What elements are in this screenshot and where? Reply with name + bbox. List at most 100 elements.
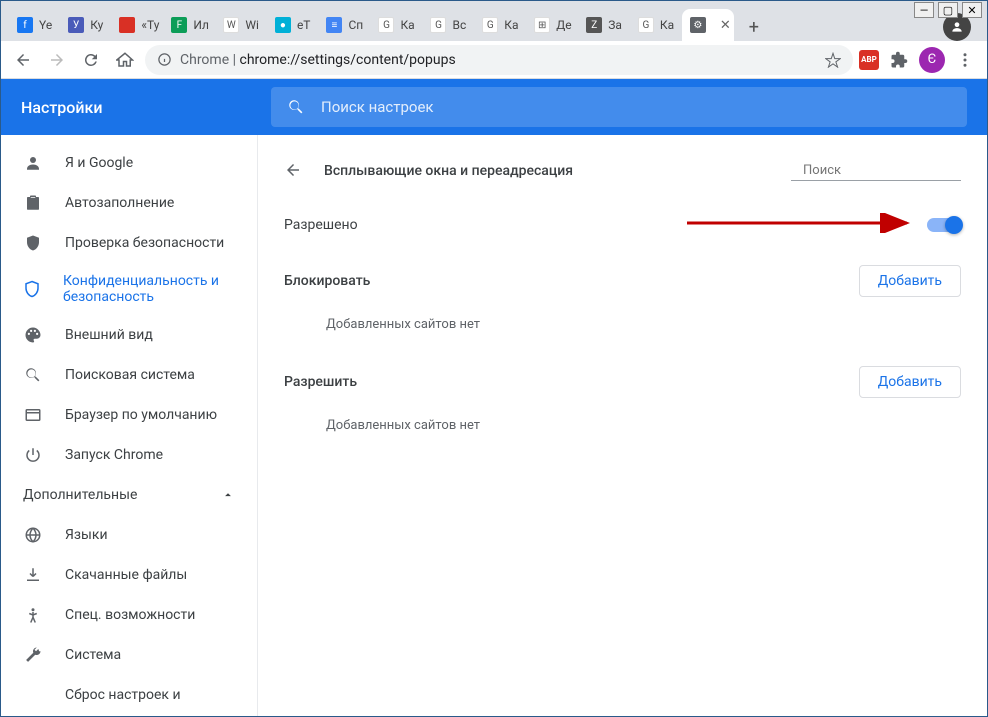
annotation-arrow <box>687 213 917 233</box>
tab-strip: fYeУКу«ТуFИлWWi●eT≡СпGКаGВсGКа⊞ДеZЗаGКа⚙… <box>1 1 987 41</box>
sidebar-item-label: Проверка безопасности <box>65 235 224 251</box>
browser-tab[interactable]: fYe <box>9 9 60 41</box>
panel-header: Всплывающие окна и переадресация <box>284 155 961 199</box>
tab-favicon: Z <box>586 17 602 33</box>
tab-label: Ил <box>193 18 209 32</box>
tab-label: Сп <box>348 18 363 32</box>
bookmark-star-icon[interactable] <box>825 52 841 68</box>
browser-tab[interactable]: GКа <box>474 9 526 41</box>
url-text: Chrome | chrome://settings/content/popup… <box>180 52 456 68</box>
extension-abp-icon[interactable]: ABP <box>859 50 879 70</box>
reload-button[interactable] <box>77 46 105 74</box>
tab-label: Ка <box>400 18 414 32</box>
allow-add-button[interactable]: Добавить <box>859 366 961 398</box>
sidebar-item-label: Конфиденциальность и безопасность <box>63 273 235 305</box>
tab-favicon: W <box>223 17 239 33</box>
home-button[interactable] <box>111 46 139 74</box>
sidebar-item[interactable]: Спец. возможности <box>1 595 257 635</box>
tab-favicon: G <box>638 17 654 33</box>
tab-label: Ка <box>660 18 674 32</box>
sidebar-item[interactable]: Система <box>1 635 257 675</box>
panel-search-input[interactable] <box>803 163 969 178</box>
window-maximize[interactable]: ▢ <box>938 2 958 18</box>
sidebar-section-toggle[interactable]: Дополнительные <box>1 475 257 515</box>
sidebar-item[interactable]: Автозаполнение <box>1 183 257 223</box>
allow-empty-text: Добавленных сайтов нет <box>284 406 961 453</box>
tab-favicon: ⊞ <box>534 17 550 33</box>
extensions-button[interactable] <box>885 46 913 74</box>
panel-back-button[interactable] <box>284 161 304 181</box>
browser-tab[interactable]: W Wi <box>215 9 267 41</box>
browser-tab[interactable]: ⊞ Де <box>526 9 578 41</box>
tab-favicon: f <box>17 17 33 33</box>
tab-favicon: У <box>68 17 84 33</box>
window-minimize[interactable]: — <box>914 2 934 18</box>
tab-favicon: ● <box>275 17 291 33</box>
block-section-header: Блокировать Добавить <box>284 251 961 305</box>
sidebar-item[interactable]: Скачанные файлы <box>1 555 257 595</box>
browser-tab[interactable]: ≡Сп <box>318 9 370 41</box>
address-bar[interactable]: Chrome | chrome://settings/content/popup… <box>145 45 853 75</box>
browser-tab[interactable]: G Ка <box>630 9 682 41</box>
window-controls: — ▢ ✕ <box>914 2 982 18</box>
sidebar-item-label: Запуск Chrome <box>65 447 163 463</box>
sidebar-item[interactable]: Я и Google <box>1 143 257 183</box>
profile-avatar[interactable]: Є <box>919 47 945 73</box>
browser-tab[interactable]: G Ка <box>370 9 422 41</box>
sidebar-item-label: Браузер по умолчанию <box>65 407 217 423</box>
browser-tab[interactable]: FИл <box>163 9 215 41</box>
browser-tab[interactable]: GВс <box>422 9 474 41</box>
allowed-toggle[interactable] <box>927 218 961 232</box>
forward-button[interactable] <box>43 46 71 74</box>
browser-tab[interactable]: УКу <box>60 9 111 41</box>
tab-favicon: G <box>482 17 498 33</box>
allow-section-header: Разрешить Добавить <box>284 352 961 406</box>
chevron-up-icon <box>221 488 235 502</box>
browser-tab[interactable]: ●eT <box>267 9 319 41</box>
browser-tab[interactable]: «Ту <box>111 9 163 41</box>
tab-favicon: ⚙ <box>690 17 706 33</box>
sidebar-item-label: Внешний вид <box>65 327 153 343</box>
site-info-icon <box>157 52 172 67</box>
shield-icon <box>23 280 41 298</box>
sidebar-item[interactable]: Проверка безопасности <box>1 223 257 263</box>
panel-search[interactable] <box>791 161 961 181</box>
shield-check-icon <box>23 234 43 252</box>
sidebar-item[interactable]: Внешний вид <box>1 315 257 355</box>
sidebar-item[interactable]: Поисковая система <box>1 355 257 395</box>
new-tab-button[interactable]: + <box>740 13 768 41</box>
sidebar-item-label: Сброс настроек и <box>65 687 181 703</box>
tab-label: Wi <box>245 18 259 32</box>
sidebar-item[interactable]: Запуск Chrome <box>1 435 257 475</box>
allowed-label: Разрешено <box>284 217 358 233</box>
browser-tab[interactable]: ⚙✕ <box>682 9 734 41</box>
block-label: Блокировать <box>284 273 370 289</box>
sidebar-item[interactable]: Сброс настроек и <box>1 675 257 715</box>
search-icon <box>287 98 305 116</box>
back-button[interactable] <box>9 46 37 74</box>
tab-close-button[interactable]: ✕ <box>720 18 731 33</box>
sidebar-item[interactable]: Конфиденциальность и безопасность <box>1 263 257 315</box>
sidebar-item-label: Я и Google <box>65 155 133 171</box>
menu-button[interactable] <box>951 46 979 74</box>
sidebar-item[interactable]: Языки <box>1 515 257 555</box>
settings-title: Настройки <box>21 98 271 117</box>
sidebar-item-label: Спец. возможности <box>65 607 195 623</box>
sidebar-item-label: Автозаполнение <box>65 195 174 211</box>
sidebar-item-label: Языки <box>65 527 108 543</box>
settings-search-input[interactable] <box>321 98 951 116</box>
download-icon <box>23 566 43 584</box>
tab-label: «Ту <box>141 18 159 32</box>
block-empty-text: Добавленных сайтов нет <box>284 305 961 352</box>
block-add-button[interactable]: Добавить <box>859 265 961 297</box>
window-close[interactable]: ✕ <box>962 2 982 18</box>
palette-icon <box>23 326 43 344</box>
person-icon <box>23 154 43 172</box>
tab-label: За <box>608 18 622 32</box>
tab-label: Де <box>556 18 571 32</box>
sidebar-item[interactable]: Браузер по умолчанию <box>1 395 257 435</box>
browser-tab[interactable]: Z За <box>578 9 630 41</box>
tab-favicon: G <box>378 17 394 33</box>
main-panel: Всплывающие окна и переадресация Разреше… <box>258 135 987 716</box>
settings-search[interactable] <box>271 87 967 127</box>
